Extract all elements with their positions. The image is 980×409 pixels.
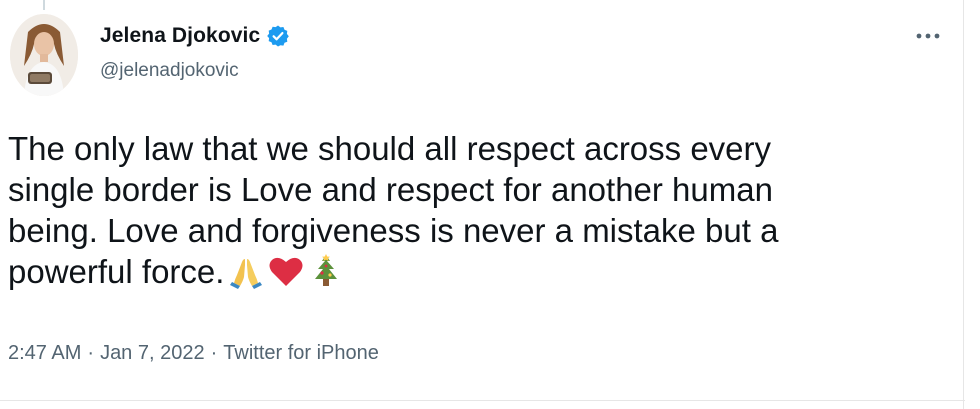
display-name[interactable]: Jelena Djokovic — [100, 24, 260, 48]
ellipsis-icon — [916, 33, 940, 39]
tweet-date[interactable]: Jan 7, 2022 — [100, 342, 205, 365]
tweet-meta: 2:47 AM · Jan 7, 2022 · Twitter for iPho… — [8, 342, 379, 365]
avatar[interactable] — [10, 14, 78, 96]
tweet-card[interactable]: Jelena Djokovic @jelenadjokovic The only… — [0, 0, 980, 409]
tweet-text: The only law that we should all respect … — [8, 128, 908, 292]
folded-hands-icon — [228, 253, 264, 289]
card-border-right — [963, 0, 964, 409]
author-handle[interactable]: @jelenadjokovic — [100, 60, 239, 82]
tweet-time[interactable]: 2:47 AM — [8, 342, 81, 365]
red-heart-icon — [268, 253, 304, 289]
tweet-body: The only law that we should all respect … — [8, 130, 779, 290]
profile-photo-icon — [10, 14, 78, 96]
thread-line — [43, 0, 45, 10]
tweet-source[interactable]: Twitter for iPhone — [223, 342, 379, 365]
author-name-row[interactable]: Jelena Djokovic — [100, 24, 290, 48]
verified-badge-icon — [266, 24, 290, 48]
meta-separator: · — [210, 342, 218, 364]
more-options-button[interactable] — [912, 26, 944, 46]
meta-separator: · — [87, 342, 95, 364]
card-border-bottom — [0, 400, 965, 401]
christmas-tree-icon — [308, 253, 344, 289]
